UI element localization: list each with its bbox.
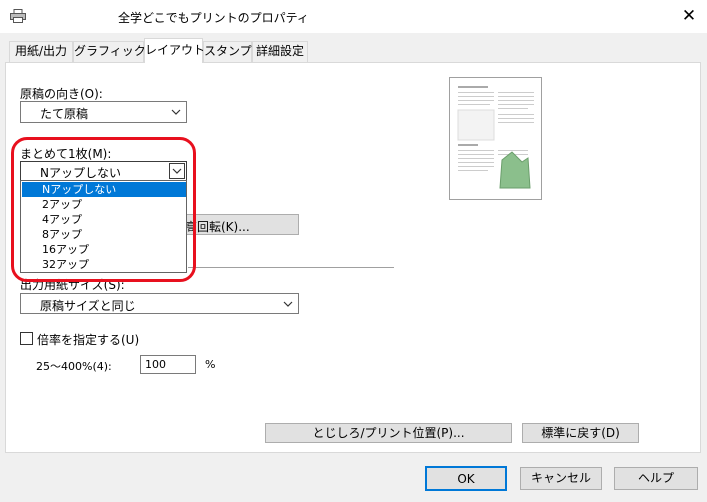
- orientation-label: 原稿の向き(O):: [20, 87, 103, 101]
- output-size-value: 原稿サイズと同じ: [40, 299, 136, 313]
- tab-paper-output[interactable]: 用紙/出力: [9, 41, 73, 62]
- scale-input[interactable]: 100: [140, 355, 196, 374]
- scale-checkbox-label: 倍率を指定する(U): [37, 333, 140, 347]
- chevron-down-icon: [171, 109, 181, 115]
- scale-unit: %: [205, 358, 216, 371]
- orientation-value: たて原稿: [40, 107, 89, 121]
- window-title: 全学どこでもプリントのプロパティ: [118, 11, 309, 25]
- tab-layout[interactable]: レイアウト: [144, 38, 205, 63]
- printer-icon: [10, 9, 26, 23]
- orientation-select[interactable]: たて原稿: [20, 101, 187, 123]
- help-button[interactable]: ヘルプ: [614, 467, 698, 490]
- title-bar: [0, 0, 707, 33]
- scale-checkbox[interactable]: [20, 332, 33, 345]
- close-icon[interactable]: ✕: [672, 2, 706, 30]
- chevron-down-icon: [283, 301, 293, 307]
- restore-defaults-button[interactable]: 標準に戻す(D): [522, 423, 639, 443]
- separator: [188, 267, 394, 268]
- binding-margin-button[interactable]: とじしろ/プリント位置(P)...: [265, 423, 512, 443]
- output-size-select[interactable]: 原稿サイズと同じ: [20, 293, 299, 314]
- tab-stamp[interactable]: スタンプ: [203, 41, 252, 62]
- tab-graphics[interactable]: グラフィックス: [73, 41, 157, 62]
- cancel-button[interactable]: キャンセル: [520, 467, 602, 490]
- scale-value: 100: [145, 358, 166, 371]
- page-preview-icon: [457, 86, 534, 189]
- scale-range-label: 25～400%(4):: [36, 360, 112, 373]
- highlight-ring: [11, 137, 196, 282]
- page-preview: [449, 77, 542, 200]
- tab-advanced[interactable]: 詳細設定: [252, 41, 308, 62]
- ok-button[interactable]: OK: [425, 466, 507, 491]
